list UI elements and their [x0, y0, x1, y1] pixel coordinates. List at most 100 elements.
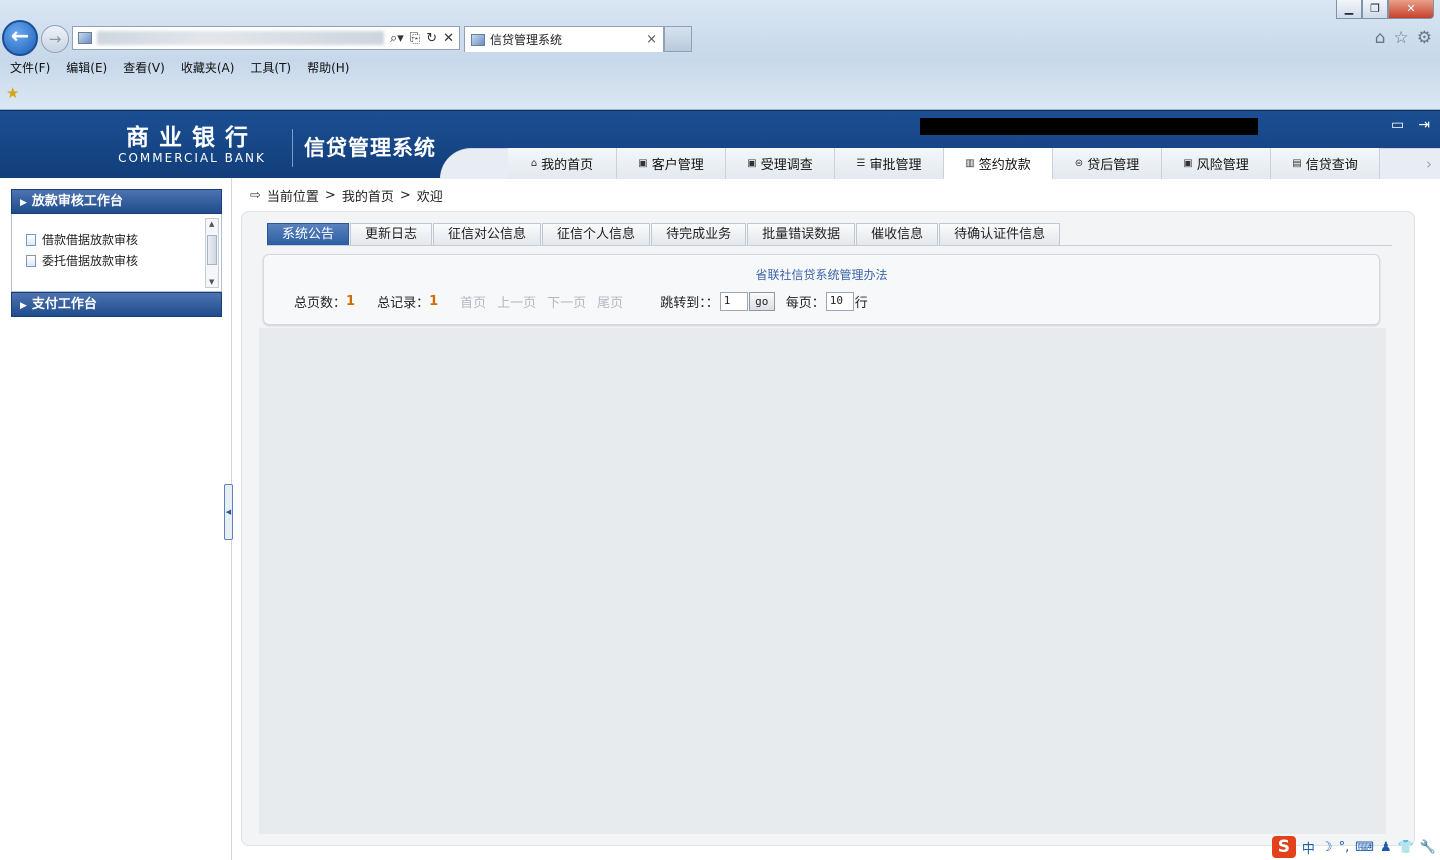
compatibility-view-icon[interactable]: ⎘ [410, 31, 420, 46]
menu-favorites[interactable]: 收藏夹(A) [181, 59, 235, 76]
nav-label: 贷后管理 [1087, 158, 1140, 173]
scroll-thumb[interactable] [207, 235, 217, 265]
scroll-down-icon[interactable]: ▼ [209, 278, 214, 286]
bank-logo: 商业银行 COMMERCIAL BANK [110, 125, 274, 166]
nav-signing-loan[interactable]: ▥ 签约放款 [944, 148, 1053, 179]
page-favicon-icon [78, 32, 92, 44]
notice-link[interactable]: 省联社信贷系统管理办法 [264, 266, 1379, 283]
new-tab-button[interactable] [664, 26, 692, 52]
sidebar-section-payment[interactable]: ▶ 支付工作台 [11, 292, 222, 317]
first-page-link[interactable]: 首页 [460, 292, 486, 311]
nav-label: 审批管理 [869, 158, 922, 173]
forward-button[interactable]: → [41, 25, 69, 53]
ime-skin-icon[interactable]: 👕 [1398, 840, 1414, 855]
favorites-star-icon[interactable]: ☆ [1394, 28, 1409, 48]
monitor-icon[interactable]: ▭ [1391, 117, 1404, 133]
total-pages-label: 总页数： [294, 296, 347, 311]
jump-label: 跳转到：： [660, 296, 719, 311]
address-url-redacted[interactable] [97, 31, 384, 45]
per-page-label: 每页： [785, 296, 825, 311]
tab-credit-corporate[interactable]: 征信对公信息 [433, 223, 542, 245]
breadcrumb-separator: > [324, 188, 336, 203]
nav-risk[interactable]: ▣ 风险管理 [1162, 148, 1271, 179]
sidebar-collapse-handle[interactable]: ◀ [224, 484, 233, 540]
document-icon [26, 233, 36, 246]
section-title: 支付工作台 [31, 297, 97, 312]
home-icon[interactable]: ⌂ [1375, 28, 1386, 48]
search-dropdown-icon[interactable]: ⌕▾ [390, 31, 404, 46]
ime-keyboard-icon[interactable]: ⌨ [1355, 840, 1374, 855]
tab-update-log[interactable]: 更新日志 [350, 223, 433, 245]
menu-help[interactable]: 帮助(H) [307, 59, 349, 76]
home-icon: ⌂ [530, 158, 538, 169]
contract-icon: ▥ [965, 158, 975, 169]
breadcrumb-item[interactable]: 我的首页 [342, 186, 394, 205]
location-icon: ⇨ [250, 188, 261, 203]
nav-query[interactable]: ▤ 信贷查询 [1271, 148, 1380, 179]
next-page-link[interactable]: 下一页 [547, 292, 586, 311]
nav-scroll-right-icon[interactable]: › [1426, 155, 1432, 173]
jump-page-input[interactable]: 1 [719, 292, 748, 311]
nav-post-loan[interactable]: ⊜ 贷后管理 [1053, 148, 1162, 179]
redacted-user-info [920, 118, 1258, 135]
tab-favicon-icon [471, 33, 485, 46]
minimize-button[interactable]: ▁ [1336, 0, 1362, 19]
tab-credit-personal[interactable]: 征信个人信息 [542, 223, 651, 245]
expand-arrow-icon: ▶ [20, 198, 27, 208]
refresh-icon[interactable]: ↻ [426, 31, 437, 46]
pager: 总页数： 1 总记录： 1 首页 上一页 下一页 尾页 跳转到：： 1 go 每… [294, 292, 868, 311]
nav-customer[interactable]: ▣ 客户管理 [617, 148, 726, 179]
sidebar: ▶ 放款审核工作台 借款借据放款审核 委托借据放款审核 ▲ ▼ ▶ 支付工作台 [0, 178, 232, 860]
total-records-value: 1 [429, 294, 439, 309]
back-button[interactable]: ← [2, 20, 38, 56]
last-page-link[interactable]: 尾页 [597, 292, 623, 311]
tab-close-icon[interactable]: × [646, 32, 657, 47]
main-nav: ⌂ 我的首页 ▣ 客户管理 ▣ 受理调查 ☰ 审批管理 ▥ 签约放款 ⊜ 贷后管理 ▣ 风险管… [508, 148, 1380, 179]
ime-tools-icon[interactable]: 🔧 [1420, 840, 1436, 855]
prev-page-link[interactable]: 上一页 [497, 292, 536, 311]
sidebar-link-loan-review[interactable]: 借款借据放款审核 [26, 231, 138, 248]
browser-tab[interactable]: 信贷管理系统 × [464, 26, 664, 52]
section-title: 放款审核工作台 [31, 194, 123, 209]
breadcrumb: ⇨ 当前位置 > 我的首页 > 欢迎 [250, 186, 443, 205]
per-page-input[interactable]: 10 [825, 292, 854, 311]
settings-gear-icon[interactable]: ⚙ [1417, 28, 1432, 48]
ime-punctuation-icon[interactable]: °, [1339, 840, 1350, 855]
ime-user-icon[interactable]: ♟ [1380, 840, 1392, 855]
tab-system-notice[interactable]: 系统公告 [267, 223, 350, 245]
post-loan-icon: ⊜ [1074, 158, 1084, 169]
tab-collection[interactable]: 催收信息 [856, 223, 939, 245]
ime-chinese-mode[interactable]: 中 [1302, 838, 1315, 857]
scroll-up-icon[interactable]: ▲ [209, 220, 214, 228]
add-favorite-icon[interactable]: ★ [6, 84, 19, 102]
address-bar[interactable]: ⌕▾ ⎘ ↻ ✕ [72, 26, 460, 50]
menu-edit[interactable]: 编辑(E) [66, 59, 107, 76]
sidebar-section-loan-review[interactable]: ▶ 放款审核工作台 [11, 189, 222, 214]
breadcrumb-item: 当前位置 [266, 190, 319, 205]
browser-chrome: ▁ ❐ ✕ ← → ⌕▾ ⎘ ↻ ✕ 信贷管理系统 × ⌂ ☆ ⚙ 文件(F) … [0, 0, 1440, 110]
menu-file[interactable]: 文件(F) [10, 59, 50, 76]
tab-pending-business[interactable]: 待完成业务 [651, 223, 747, 245]
window-controls: ▁ ❐ ✕ [1336, 0, 1434, 19]
link-label: 委托借据放款审核 [42, 254, 139, 268]
investigation-icon: ▣ [747, 158, 757, 169]
risk-icon: ▣ [1183, 158, 1193, 169]
maximize-button[interactable]: ❐ [1362, 0, 1388, 19]
nav-home[interactable]: ⌂ 我的首页 [508, 148, 617, 179]
sidebar-link-entrusted-review[interactable]: 委托借据放款审核 [26, 252, 138, 269]
menu-bar: 文件(F) 编辑(E) 查看(V) 收藏夹(A) 工具(T) 帮助(H) [0, 57, 349, 77]
tab-batch-errors[interactable]: 批量错误数据 [747, 223, 856, 245]
menu-view[interactable]: 查看(V) [123, 59, 165, 76]
tab-pending-id[interactable]: 待确认证件信息 [939, 223, 1061, 245]
ime-logo-icon[interactable]: S [1271, 836, 1296, 858]
nav-approval[interactable]: ☰ 审批管理 [835, 148, 944, 179]
ime-moon-icon[interactable]: ☽ [1321, 840, 1333, 855]
stop-icon[interactable]: ✕ [443, 31, 454, 46]
logout-icon[interactable]: ⇥ [1418, 117, 1430, 133]
close-window-button[interactable]: ✕ [1388, 0, 1434, 19]
menu-tools[interactable]: 工具(T) [250, 59, 291, 76]
go-button[interactable]: go [748, 292, 775, 311]
bank-name-en: COMMERCIAL BANK [118, 151, 266, 165]
nav-investigation[interactable]: ▣ 受理调查 [726, 148, 835, 179]
sidebar-scrollbar[interactable]: ▲ ▼ [205, 218, 219, 288]
